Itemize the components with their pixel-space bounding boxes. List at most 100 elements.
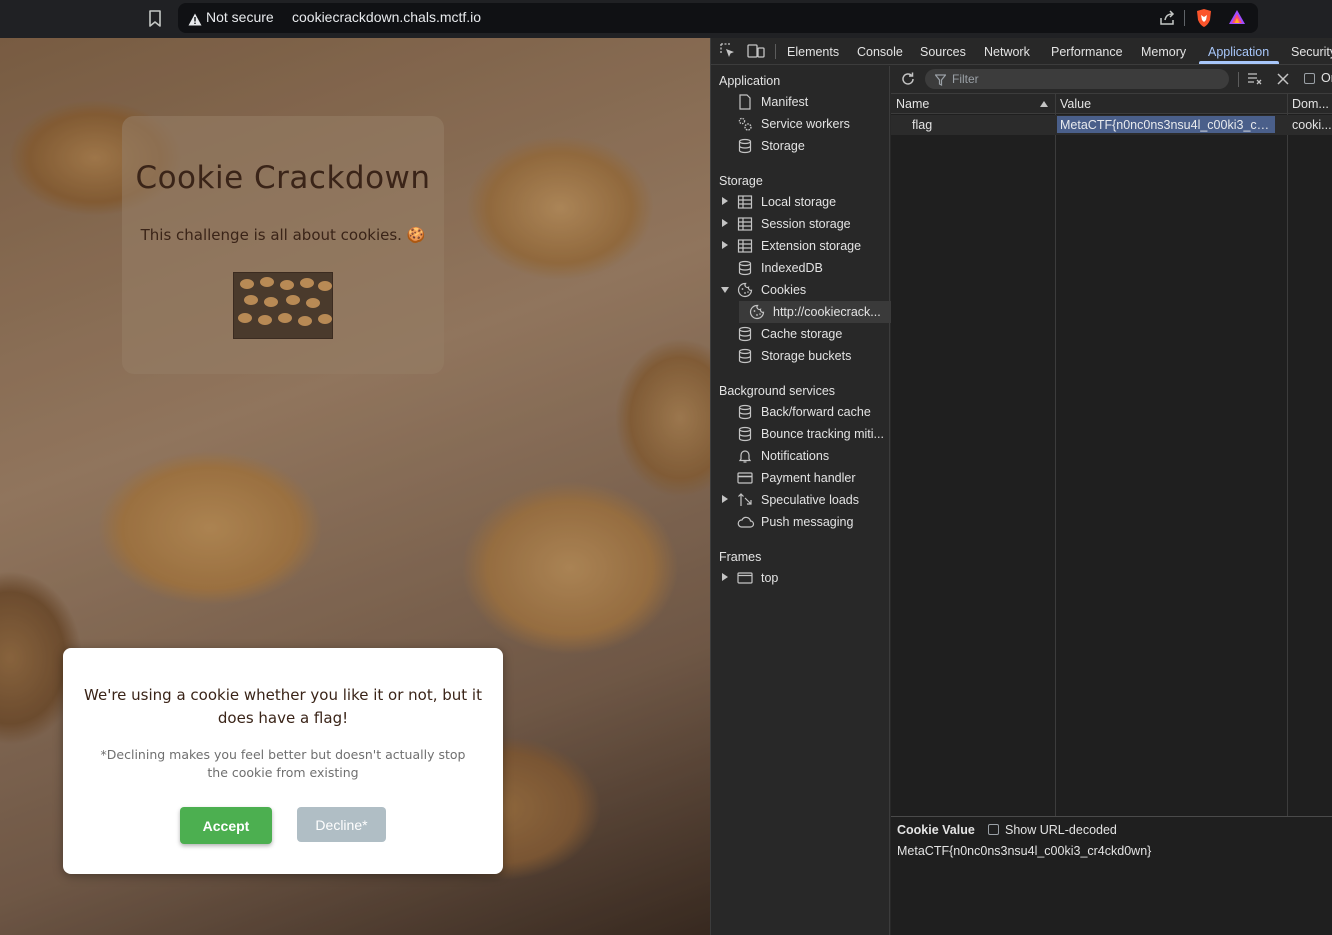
cookies-table-header: Name Value Dom... — [891, 94, 1332, 114]
sort-ascending-icon[interactable] — [1040, 101, 1048, 107]
gears-icon — [737, 116, 753, 132]
column-header-domain[interactable]: Dom... — [1292, 97, 1329, 111]
active-tab-indicator — [1199, 61, 1279, 64]
database-icon — [737, 404, 753, 420]
sidebar-item-bounce-tracking[interactable]: Bounce tracking miti... — [711, 423, 889, 445]
inspect-element-icon[interactable] — [720, 43, 736, 64]
filter-input[interactable]: Filter — [925, 69, 1229, 89]
expand-arrow-icon[interactable] — [722, 197, 728, 205]
cookie-consent-dialog: We're using a cookie whether you like it… — [63, 648, 503, 874]
bookmark-icon[interactable] — [146, 8, 164, 28]
consent-message: We're using a cookie whether you like it… — [84, 686, 482, 727]
browser-toolbar: Not secure cookiecrackdown.chals.mctf.io — [0, 0, 1332, 38]
sidebar-item-indexeddb[interactable]: IndexedDB — [711, 257, 889, 279]
divider — [775, 44, 776, 59]
hero-card: Cookie Crackdown This challenge is all a… — [122, 116, 444, 374]
cookie-value-cell[interactable]: MetaCTF{n0nc0ns3nsu4l_c00ki3_cr4ckd0... — [1057, 116, 1275, 133]
tab-security[interactable]: Security — [1291, 45, 1332, 59]
expand-arrow-icon[interactable] — [722, 241, 728, 249]
sidebar-item-frame-top[interactable]: top — [711, 567, 889, 589]
tab-elements[interactable]: Elements — [787, 45, 839, 59]
cookies-image — [233, 272, 333, 339]
tab-sources[interactable]: Sources — [920, 45, 966, 59]
refresh-icon[interactable] — [900, 71, 916, 92]
database-icon — [737, 426, 753, 442]
sidebar-item-push-messaging[interactable]: Push messaging — [711, 511, 889, 533]
sidebar-item-cache-storage[interactable]: Cache storage — [711, 323, 889, 345]
database-icon — [737, 348, 753, 364]
cookies-toolbar: Filter Or — [891, 66, 1332, 94]
divider — [1238, 72, 1239, 87]
tab-console[interactable]: Console — [857, 45, 903, 59]
show-url-decoded-label[interactable]: Show URL-decoded — [1005, 823, 1117, 837]
expand-arrow-icon[interactable] — [722, 573, 728, 581]
table-row[interactable]: flag MetaCTF{n0nc0ns3nsu4l_c00ki3_cr4ckd… — [891, 115, 1332, 135]
collapse-arrow-icon[interactable] — [721, 287, 729, 293]
share-icon[interactable] — [1158, 9, 1176, 31]
cloud-icon — [737, 514, 755, 530]
tab-application[interactable]: Application — [1208, 45, 1269, 59]
web-page: Cookie Crackdown This challenge is all a… — [0, 38, 710, 935]
cookie-value-title: Cookie Value — [897, 823, 975, 837]
decline-button[interactable]: Decline* — [297, 807, 386, 842]
sidebar-item-back-forward-cache[interactable]: Back/forward cache — [711, 401, 889, 423]
page-title: Cookie Crackdown — [135, 160, 431, 196]
column-divider — [1055, 94, 1056, 816]
sidebar-item-extension-storage[interactable]: Extension storage — [711, 235, 889, 257]
accept-button[interactable]: Accept — [180, 807, 272, 844]
filter-icon — [934, 73, 947, 91]
sidebar-item-notifications[interactable]: Notifications — [711, 445, 889, 467]
expand-arrow-icon[interactable] — [722, 219, 728, 227]
rewards-icon[interactable] — [1228, 9, 1246, 29]
brave-shield-icon[interactable] — [1195, 8, 1213, 32]
table-icon — [737, 216, 753, 232]
consent-note: *Declining makes you feel better but doe… — [100, 747, 466, 780]
sidebar-item-storage[interactable]: Storage — [711, 135, 889, 157]
sidebar-item-cookies[interactable]: Cookies — [711, 279, 889, 301]
sidebar-item-service-workers[interactable]: Service workers — [711, 113, 889, 135]
database-icon — [737, 138, 753, 154]
delete-selected-icon[interactable] — [1277, 72, 1289, 90]
devtools-tab-bar: Elements Console Sources Network Perform… — [711, 38, 1332, 65]
section-header-storage: Storage — [719, 174, 763, 188]
sidebar-item-session-storage[interactable]: Session storage — [711, 213, 889, 235]
cookie-name-cell[interactable]: flag — [912, 118, 932, 132]
show-url-decoded-checkbox[interactable] — [988, 824, 999, 835]
column-header-value[interactable]: Value — [1060, 97, 1091, 111]
url-text[interactable]: cookiecrackdown.chals.mctf.io — [292, 9, 481, 25]
column-header-name[interactable]: Name — [896, 97, 929, 111]
divider — [1184, 10, 1185, 26]
tab-memory[interactable]: Memory — [1141, 45, 1186, 59]
sidebar-item-local-storage[interactable]: Local storage — [711, 191, 889, 213]
cookie-domain-cell[interactable]: cooki... — [1292, 118, 1332, 132]
address-bar[interactable]: Not secure cookiecrackdown.chals.mctf.io — [178, 3, 1258, 33]
cookies-pane: Filter Or Name Value Dom... flag MetaCTF… — [891, 66, 1332, 935]
expand-arrow-icon[interactable] — [722, 495, 728, 503]
warning-icon[interactable] — [188, 11, 202, 30]
security-label[interactable]: Not secure — [206, 9, 274, 25]
database-icon — [737, 260, 753, 276]
card-icon — [737, 470, 753, 486]
section-header-background-services: Background services — [719, 384, 836, 398]
arrows-icon — [737, 492, 753, 508]
only-issues-checkbox[interactable] — [1304, 73, 1315, 84]
tab-network[interactable]: Network — [984, 45, 1030, 59]
file-icon — [737, 94, 753, 110]
cookie-value-text[interactable]: MetaCTF{n0nc0ns3nsu4l_c00ki3_cr4ckd0wn} — [897, 844, 1151, 858]
sidebar-item-storage-buckets[interactable]: Storage buckets — [711, 345, 889, 367]
filter-placeholder: Filter — [952, 72, 979, 86]
device-toolbar-icon[interactable] — [747, 43, 765, 64]
database-icon — [737, 326, 753, 342]
sidebar-item-speculative-loads[interactable]: Speculative loads — [711, 489, 889, 511]
sidebar-item-cookie-origin[interactable]: http://cookiecrack... — [739, 301, 913, 323]
tab-performance[interactable]: Performance — [1051, 45, 1123, 59]
clear-all-cookies-icon[interactable] — [1247, 72, 1263, 91]
sidebar-item-payment-handler[interactable]: Payment handler — [711, 467, 889, 489]
table-icon — [737, 238, 753, 254]
table-icon — [737, 194, 753, 210]
column-divider — [1287, 94, 1288, 816]
sidebar-item-manifest[interactable]: Manifest — [711, 91, 889, 113]
devtools-panel: Elements Console Sources Network Perform… — [710, 38, 1332, 935]
section-header-frames: Frames — [719, 550, 762, 564]
page-subtitle: This challenge is all about cookies. 🍪 — [140, 226, 426, 244]
